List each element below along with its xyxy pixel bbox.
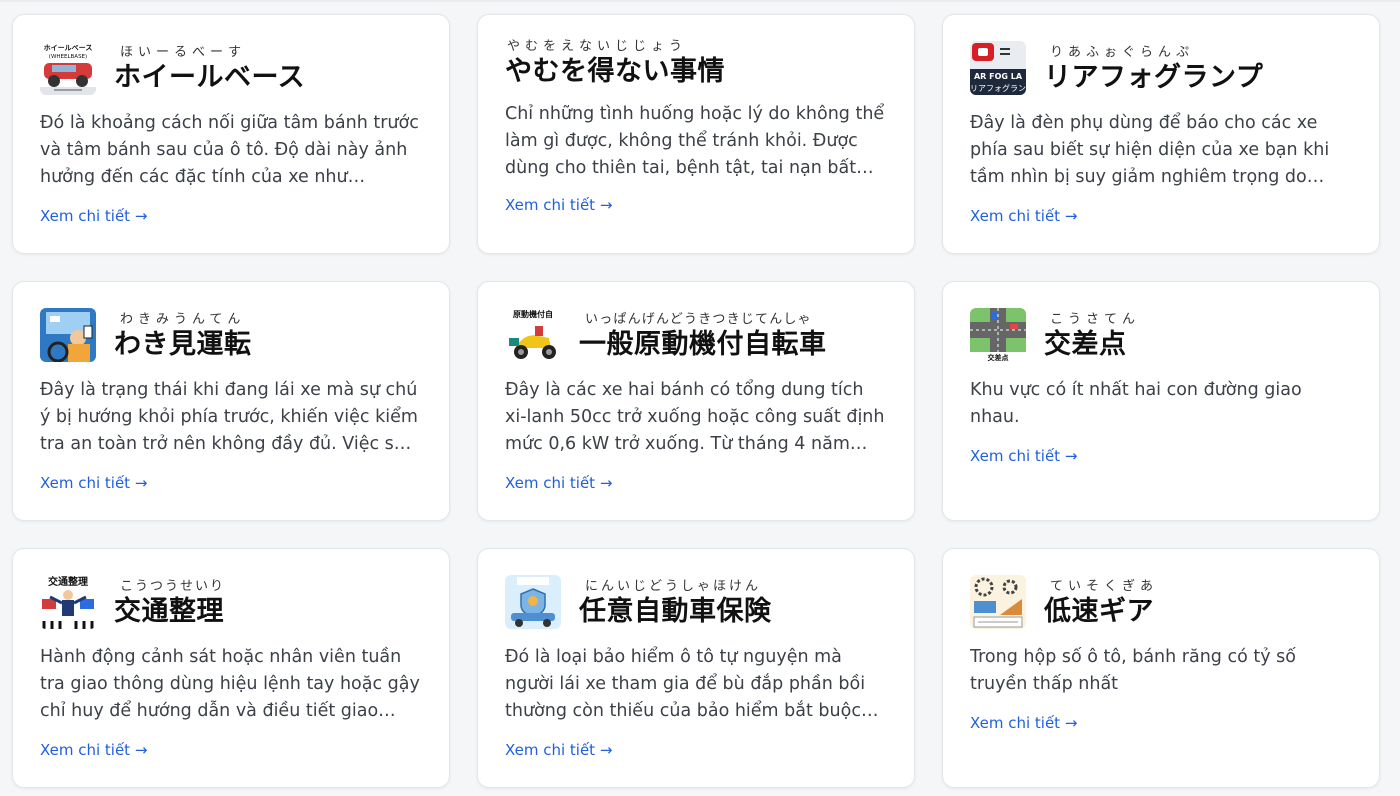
intersection-icon: 交差点: [970, 308, 1026, 362]
view-details-link[interactable]: Xem chi tiết →: [970, 714, 1077, 732]
top-divider: [0, 0, 1400, 2]
svg-text:交通整理: 交通整理: [48, 575, 88, 588]
term-reading: わきみうんてん: [120, 312, 246, 327]
term-description: Trong hộp số ô tô, bánh răng có tỷ số tr…: [970, 647, 1296, 694]
card-header: にんいじどうしゃほけん 任意自動車保険: [505, 571, 887, 629]
term-card[interactable]: やむをえないじじょう やむを得ない事情 Chỉ những tình huống…: [477, 14, 915, 254]
svg-text:ホイールベース: ホイールベース: [44, 44, 93, 52]
term-title: 低速ギア: [1044, 596, 1154, 627]
term-reading: にんいじどうしゃほけん: [585, 579, 762, 594]
term-description: Đây là trạng thái khi đang lái xe mà sự …: [40, 380, 418, 454]
term-card[interactable]: にんいじどうしゃほけん 任意自動車保険 Đó là loại bảo hiểm …: [477, 548, 915, 788]
view-details-link[interactable]: Xem chi tiết →: [970, 447, 1077, 465]
term-reading: ていそくぎあ: [1050, 579, 1159, 594]
view-details-link[interactable]: Xem chi tiết →: [970, 207, 1077, 225]
term-card[interactable]: ホイールベース (WHEELBASE) ほいーるべーす ホイールベース Đó l…: [12, 14, 450, 254]
svg-text:原動機付自: 原動機付自: [513, 309, 553, 319]
term-title: やむを得ない事情: [505, 56, 725, 87]
view-details-link[interactable]: Xem chi tiết →: [505, 474, 612, 492]
term-title: 交差点: [1044, 329, 1127, 360]
view-details-link[interactable]: Xem chi tiết →: [505, 741, 612, 759]
moped-icon: 原動機付自: [505, 308, 561, 362]
term-description: Khu vực có ít nhất hai con đường giao nh…: [970, 380, 1302, 427]
term-card[interactable]: わきみうんてん わき見運転 Đây là trạng thái khi đang…: [12, 281, 450, 521]
rear-fog-lamp-icon: AR FOG LA リアフォグラン: [970, 41, 1026, 95]
distracted-driving-icon: [40, 308, 96, 362]
svg-text:交差点: 交差点: [988, 353, 1009, 362]
term-description: Hành động cảnh sát hoặc nhân viên tuần t…: [40, 647, 420, 721]
term-reading: りあふぉぐらんぷ: [1050, 45, 1195, 60]
term-title: わき見運転: [114, 329, 252, 360]
term-title: 一般原動機付自転車: [579, 329, 827, 360]
card-header: ていそくぎあ 低速ギア: [970, 571, 1352, 629]
glossary-grid: ホイールベース (WHEELBASE) ほいーるべーす ホイールベース Đó l…: [12, 14, 1380, 788]
term-reading: いっぱんげんどうきつきじてんしゃ: [585, 312, 812, 327]
term-title: ホイールベース: [114, 62, 306, 93]
card-header: わきみうんてん わき見運転: [40, 304, 422, 362]
term-card[interactable]: 交通整理 こうつうせいり 交通整理 Hành động cảnh sát hoặ…: [12, 548, 450, 788]
term-description: Đó là khoảng cách nối giữa tâm bánh trướ…: [40, 113, 419, 187]
card-header: 原動機付自 いっぱんげんどうきつきじてんしゃ 一般原動機付自転車: [505, 304, 887, 362]
view-details-link[interactable]: Xem chi tiết →: [505, 196, 612, 214]
low-gear-icon: [970, 575, 1026, 629]
card-header: AR FOG LA リアフォグラン りあふぉぐらんぷ リアフォグランプ: [970, 37, 1352, 95]
card-header: 交通整理 こうつうせいり 交通整理: [40, 571, 422, 629]
view-details-link[interactable]: Xem chi tiết →: [40, 207, 147, 225]
term-reading: ほいーるべーす: [120, 45, 247, 60]
term-reading: こうつうせいり: [120, 579, 226, 594]
term-card[interactable]: AR FOG LA リアフォグラン りあふぉぐらんぷ リアフォグランプ Đây …: [942, 14, 1380, 254]
term-description: Đây là các xe hai bánh có tổng dung tích…: [505, 380, 885, 454]
car-insurance-icon: [505, 575, 561, 629]
term-reading: こうさてん: [1050, 312, 1141, 327]
svg-text:AR FOG LA: AR FOG LA: [974, 72, 1023, 81]
term-title: リアフォグランプ: [1044, 62, 1264, 93]
wheelbase-icon: ホイールベース (WHEELBASE): [40, 41, 96, 95]
term-description: Đây là đèn phụ dùng để báo cho các xe ph…: [970, 113, 1330, 187]
card-header: 交差点 こうさてん 交差点: [970, 304, 1352, 362]
svg-text:(WHEELBASE): (WHEELBASE): [49, 54, 87, 60]
term-card[interactable]: 原動機付自 いっぱんげんどうきつきじてんしゃ 一般原動機付自転車 Đây là …: [477, 281, 915, 521]
view-details-link[interactable]: Xem chi tiết →: [40, 474, 147, 492]
term-card[interactable]: ていそくぎあ 低速ギア Trong hộp số ô tô, bánh răng…: [942, 548, 1380, 788]
term-description: Chỉ những tình huống hoặc lý do không th…: [505, 104, 885, 178]
term-reading: やむをえないじじょう: [507, 39, 688, 54]
card-header: やむをえないじじょう やむを得ない事情: [505, 37, 887, 89]
term-title: 任意自動車保険: [579, 596, 772, 627]
svg-text:リアフォグラン: リアフォグラン: [970, 83, 1026, 93]
card-header: ホイールベース (WHEELBASE) ほいーるべーす ホイールベース: [40, 37, 422, 95]
term-description: Đó là loại bảo hiểm ô tô tự nguyện mà ng…: [505, 647, 866, 721]
term-title: 交通整理: [114, 596, 224, 627]
term-card[interactable]: 交差点 こうさてん 交差点 Khu vực có ít nhất hai con…: [942, 281, 1380, 521]
traffic-control-icon: 交通整理: [40, 575, 96, 629]
view-details-link[interactable]: Xem chi tiết →: [40, 741, 147, 759]
